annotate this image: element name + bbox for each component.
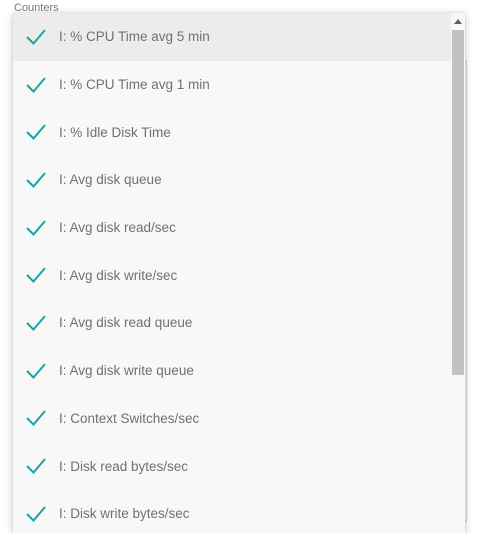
checkmark-icon — [25, 74, 47, 96]
list-item-label: I: Avg disk read queue — [59, 315, 193, 331]
counters-dropdown: I: % CPU Time avg 5 min I: % CPU Time av… — [13, 13, 465, 533]
vertical-scrollbar[interactable] — [451, 13, 465, 533]
checkmark-icon — [25, 455, 47, 477]
list-item[interactable]: I: % CPU Time avg 1 min — [13, 61, 451, 109]
list-item[interactable]: I: Avg disk write/sec — [13, 251, 451, 299]
list-item-label: I: Avg disk write/sec — [59, 267, 178, 283]
list-item-label: I: Disk read bytes/sec — [59, 458, 189, 474]
list-item[interactable]: I: Avg disk read queue — [13, 299, 451, 347]
checkmark-icon — [25, 26, 47, 48]
list-item[interactable]: I: Disk read bytes/sec — [13, 442, 451, 490]
list-item-label: I: % CPU Time avg 1 min — [59, 77, 210, 93]
checkmark-icon — [25, 217, 47, 239]
checkmark-icon — [25, 169, 47, 191]
checkmark-icon — [25, 121, 47, 143]
list-item[interactable]: I: % CPU Time avg 5 min — [13, 13, 451, 61]
list-item[interactable]: I: Disk write bytes/sec — [13, 490, 451, 533]
list-item[interactable]: I: % Idle Disk Time — [13, 108, 451, 156]
checkmark-icon — [25, 360, 47, 382]
checkmark-icon — [25, 503, 47, 525]
list-item[interactable]: I: Avg disk write queue — [13, 347, 451, 395]
checkmark-icon — [25, 407, 47, 429]
counters-list: I: % CPU Time avg 5 min I: % CPU Time av… — [13, 13, 451, 533]
list-item-label: I: % CPU Time avg 5 min — [59, 29, 210, 45]
list-item-label: I: Disk write bytes/sec — [59, 506, 190, 522]
list-item[interactable]: I: Context Switches/sec — [13, 395, 451, 443]
checkmark-icon — [25, 312, 47, 334]
list-item-label: I: % Idle Disk Time — [59, 124, 171, 140]
list-item-label: I: Avg disk write queue — [59, 363, 194, 379]
list-item-label: I: Context Switches/sec — [59, 410, 200, 426]
triangle-up-icon[interactable] — [451, 15, 465, 27]
list-item-label: I: Avg disk queue — [59, 172, 162, 188]
list-item[interactable]: I: Avg disk queue — [13, 156, 451, 204]
list-item-label: I: Avg disk read/sec — [59, 220, 176, 236]
scrollbar-thumb[interactable] — [452, 30, 464, 375]
list-item[interactable]: I: Avg disk read/sec — [13, 204, 451, 252]
checkmark-icon — [25, 264, 47, 286]
